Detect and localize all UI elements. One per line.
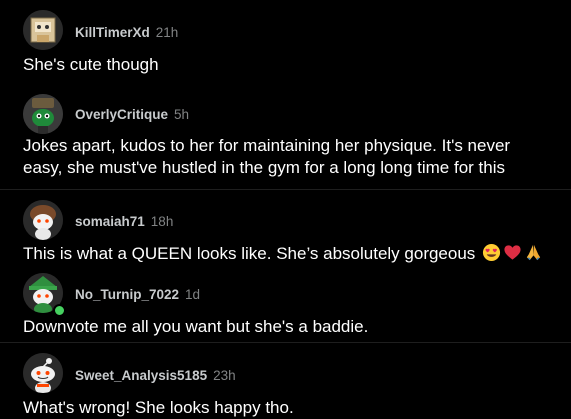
comment-meta: somaiah71 18h <box>75 213 173 230</box>
username[interactable]: No_Turnip_7022 <box>75 287 179 302</box>
comment: Sweet_Analysis5185 23h What's wrong! She … <box>0 343 571 418</box>
comment-body: What's wrong! She looks happy tho. <box>23 398 294 417</box>
timestamp: 18h <box>150 214 174 229</box>
comment-meta: OverlyCritique 5h <box>75 106 189 123</box>
comment: No_Turnip_7022 1d Downvote me all you wan… <box>0 270 571 342</box>
comment-meta: KillTimerXd 21h <box>75 24 178 41</box>
heart-eyes-emoji-icon <box>482 243 501 262</box>
comment-body-line: Jokes apart, kudos to her for maintainin… <box>23 136 511 155</box>
folded-hands-emoji-icon <box>524 243 543 262</box>
comment-body: This is what a QUEEN looks like. She’s a… <box>23 243 543 265</box>
comment: KillTimerXd 21h She's cute though <box>0 0 571 90</box>
timestamp: 5h <box>174 107 190 122</box>
avatar-green-snoo-hat-icon[interactable] <box>23 94 63 134</box>
username[interactable]: KillTimerXd <box>75 25 150 40</box>
username[interactable]: somaiah71 <box>75 214 145 229</box>
timestamp: 23h <box>213 368 236 383</box>
timestamp: 1d <box>185 287 201 302</box>
timestamp: 21h <box>155 25 179 40</box>
comment: OverlyCritique 5h Jokes apart, kudos to h… <box>0 90 571 190</box>
comment-body-line: easy, she must've hustled in the gym for… <box>23 158 506 177</box>
avatar-snoo-brown-hair-icon[interactable] <box>23 200 63 240</box>
username[interactable]: OverlyCritique <box>75 107 168 122</box>
comment-meta: Sweet_Analysis5185 23h <box>75 367 236 384</box>
comment-body-text: This is what a QUEEN looks like. She’s a… <box>23 244 476 263</box>
comment: somaiah71 18h This is what a QUEEN looks … <box>0 190 571 270</box>
avatar-box-character-icon[interactable] <box>23 10 63 50</box>
comment-body: She's cute though <box>23 55 159 74</box>
comment-meta: No_Turnip_7022 1d <box>75 286 200 303</box>
red-heart-emoji-icon <box>503 243 522 262</box>
username[interactable]: Sweet_Analysis5185 <box>75 368 207 383</box>
comment-body: Downvote me all you want but she's a bad… <box>23 317 369 336</box>
avatar-snoo-default-icon[interactable] <box>23 353 63 393</box>
